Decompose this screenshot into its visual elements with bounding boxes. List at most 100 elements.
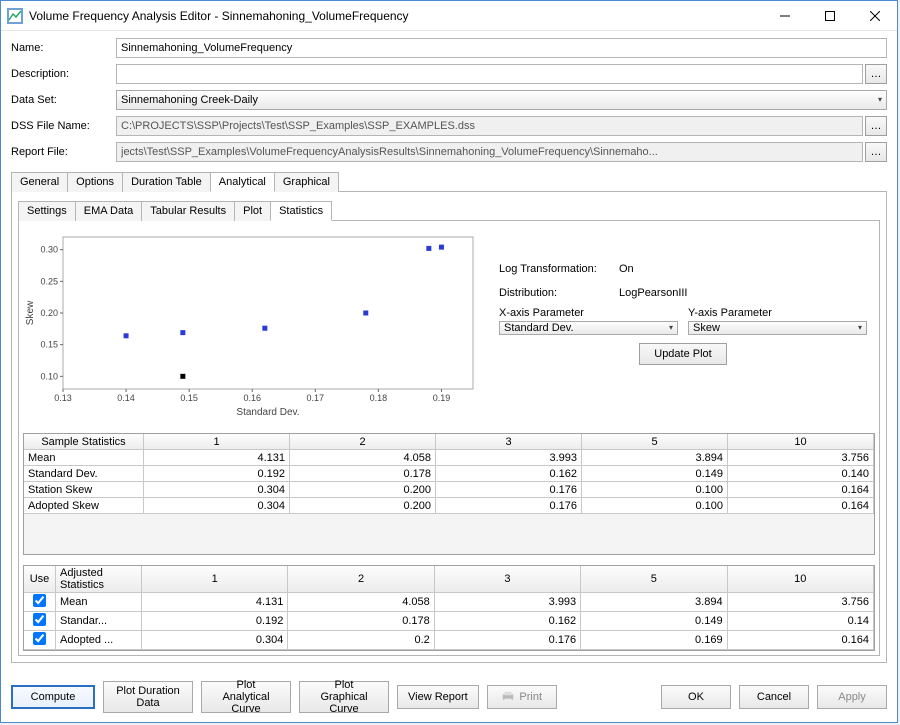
svg-text:0.19: 0.19 bbox=[433, 393, 451, 403]
adj-cell[interactable]: 0.149 bbox=[581, 612, 727, 631]
dssfile-label: DSS File Name: bbox=[11, 120, 116, 132]
outer-tabstrip: GeneralOptionsDuration TableAnalyticalGr… bbox=[11, 171, 887, 192]
logtrans-value: On bbox=[619, 263, 634, 275]
stats-cell: 0.304 bbox=[144, 498, 290, 514]
name-input[interactable] bbox=[116, 38, 887, 58]
reportfile-label: Report File: bbox=[11, 146, 116, 158]
adj-cell[interactable]: 0.164 bbox=[728, 631, 874, 650]
plot-graphical-curve-button[interactable]: Plot GraphicalCurve bbox=[299, 681, 389, 713]
adj-cell[interactable]: 0.162 bbox=[435, 612, 581, 631]
plot-controls: Log Transformation: On Distribution: Log… bbox=[491, 229, 875, 419]
description-browse-button[interactable]: … bbox=[865, 64, 887, 84]
print-button[interactable]: Print bbox=[487, 685, 557, 709]
logtrans-label: Log Transformation: bbox=[499, 263, 619, 275]
svg-text:0.14: 0.14 bbox=[117, 393, 135, 403]
stats-cell: 4.058 bbox=[290, 450, 436, 466]
compute-button[interactable]: Compute bbox=[11, 685, 95, 709]
adj-cell[interactable]: 3.894 bbox=[581, 593, 727, 612]
xparam-label: X-axis Parameter bbox=[499, 307, 678, 319]
print-label: Print bbox=[519, 691, 542, 703]
adj-header: 10 bbox=[728, 566, 874, 593]
maximize-icon bbox=[825, 11, 835, 21]
ok-button[interactable]: OK bbox=[661, 685, 731, 709]
tab-graphical[interactable]: Graphical bbox=[274, 172, 339, 192]
table-row: Standard Dev.0.1920.1780.1620.1490.140 bbox=[24, 466, 874, 482]
window-title: Volume Frequency Analysis Editor - Sinne… bbox=[29, 9, 762, 23]
svg-text:0.20: 0.20 bbox=[40, 308, 58, 318]
chevron-down-icon: ▾ bbox=[878, 95, 882, 104]
svg-text:0.10: 0.10 bbox=[40, 371, 58, 381]
use-checkbox[interactable] bbox=[33, 613, 46, 626]
inner-tab-plot[interactable]: Plot bbox=[234, 201, 271, 221]
use-checkbox[interactable] bbox=[33, 632, 46, 645]
adj-cell[interactable]: 0.178 bbox=[288, 612, 434, 631]
stats-cell: 0.200 bbox=[290, 498, 436, 514]
yparam-select[interactable]: Skew ▾ bbox=[688, 321, 867, 335]
sample-statistics-table: Sample Statistics123510Mean4.1314.0583.9… bbox=[23, 433, 875, 555]
print-icon bbox=[501, 690, 515, 704]
plot-duration-data-button[interactable]: Plot DurationData bbox=[103, 681, 193, 713]
stats-cell: 0.176 bbox=[436, 482, 582, 498]
dataset-value: Sinnemahoning Creek-Daily bbox=[121, 94, 258, 106]
minimize-button[interactable] bbox=[762, 1, 807, 31]
adj-cell[interactable]: 0.14 bbox=[728, 612, 874, 631]
reportfile-browse-button[interactable]: … bbox=[865, 142, 887, 162]
update-plot-button[interactable]: Update Plot bbox=[639, 343, 726, 365]
dist-label: Distribution: bbox=[499, 287, 619, 299]
adj-cell[interactable]: 3.993 bbox=[435, 593, 581, 612]
app-window: Volume Frequency Analysis Editor - Sinne… bbox=[0, 0, 898, 723]
apply-button[interactable]: Apply bbox=[817, 685, 887, 709]
table-row: Adopted Skew0.3040.2000.1760.1000.164 bbox=[24, 498, 874, 514]
name-label: Name: bbox=[11, 42, 116, 54]
inner-tab-ema-data[interactable]: EMA Data bbox=[75, 201, 143, 221]
table-row: Station Skew0.3040.2000.1760.1000.164 bbox=[24, 482, 874, 498]
description-input[interactable] bbox=[116, 64, 863, 84]
use-checkbox[interactable] bbox=[33, 594, 46, 607]
xparam-value: Standard Dev. bbox=[504, 322, 574, 334]
stats-cell: 0.164 bbox=[728, 482, 874, 498]
stats-cell: 0.100 bbox=[582, 498, 728, 514]
cancel-button[interactable]: Cancel bbox=[739, 685, 809, 709]
adj-cell[interactable]: 0.176 bbox=[435, 631, 581, 650]
adj-header: 1 bbox=[142, 566, 288, 593]
dataset-select[interactable]: Sinnemahoning Creek-Daily ▾ bbox=[116, 90, 887, 110]
minimize-icon bbox=[780, 11, 790, 21]
tab-analytical[interactable]: Analytical bbox=[210, 172, 275, 192]
stats-header-label: Sample Statistics bbox=[24, 434, 144, 450]
row-name: Name: bbox=[11, 37, 887, 59]
adj-cell[interactable]: 0.169 bbox=[581, 631, 727, 650]
adj-cell[interactable]: 0.304 bbox=[142, 631, 288, 650]
xparam-select[interactable]: Standard Dev. ▾ bbox=[499, 321, 678, 335]
dssfile-browse-button[interactable]: … bbox=[865, 116, 887, 136]
adj-cell[interactable]: 0.192 bbox=[142, 612, 288, 631]
stats-row-label: Station Skew bbox=[24, 482, 144, 498]
adj-row-label: Standar... bbox=[56, 612, 142, 631]
stats-header: 10 bbox=[728, 434, 874, 450]
maximize-button[interactable] bbox=[807, 1, 852, 31]
close-button[interactable] bbox=[852, 1, 897, 31]
tab-duration-table[interactable]: Duration Table bbox=[122, 172, 211, 192]
adj-cell[interactable]: 4.131 bbox=[142, 593, 288, 612]
adj-cell[interactable]: 4.058 bbox=[288, 593, 434, 612]
tab-options[interactable]: Options bbox=[67, 172, 123, 192]
inner-tab-statistics[interactable]: Statistics bbox=[270, 201, 332, 221]
yparam-value: Skew bbox=[693, 322, 720, 334]
adjusted-statistics-table: UseAdjusted Statistics123510Mean4.1314.0… bbox=[23, 565, 875, 651]
plot-analytical-curve-button[interactable]: Plot AnalyticalCurve bbox=[201, 681, 291, 713]
stats-header: 2 bbox=[290, 434, 436, 450]
inner-tab-settings[interactable]: Settings bbox=[18, 201, 76, 221]
adj-cell[interactable]: 0.2 bbox=[288, 631, 434, 650]
inner-tab-tabular-results[interactable]: Tabular Results bbox=[141, 201, 235, 221]
yparam-label: Y-axis Parameter bbox=[688, 307, 867, 319]
svg-text:0.13: 0.13 bbox=[54, 393, 72, 403]
close-icon bbox=[870, 11, 880, 21]
tab-general[interactable]: General bbox=[11, 172, 68, 192]
ellipsis-icon: … bbox=[871, 120, 882, 132]
view-report-button[interactable]: View Report bbox=[397, 685, 479, 709]
ellipsis-icon: … bbox=[871, 68, 882, 80]
adj-header: 5 bbox=[581, 566, 727, 593]
adj-row-label: Mean bbox=[56, 593, 142, 612]
adj-cell[interactable]: 3.756 bbox=[728, 593, 874, 612]
titlebar: Volume Frequency Analysis Editor - Sinne… bbox=[1, 1, 897, 31]
stats-row-label: Adopted Skew bbox=[24, 498, 144, 514]
